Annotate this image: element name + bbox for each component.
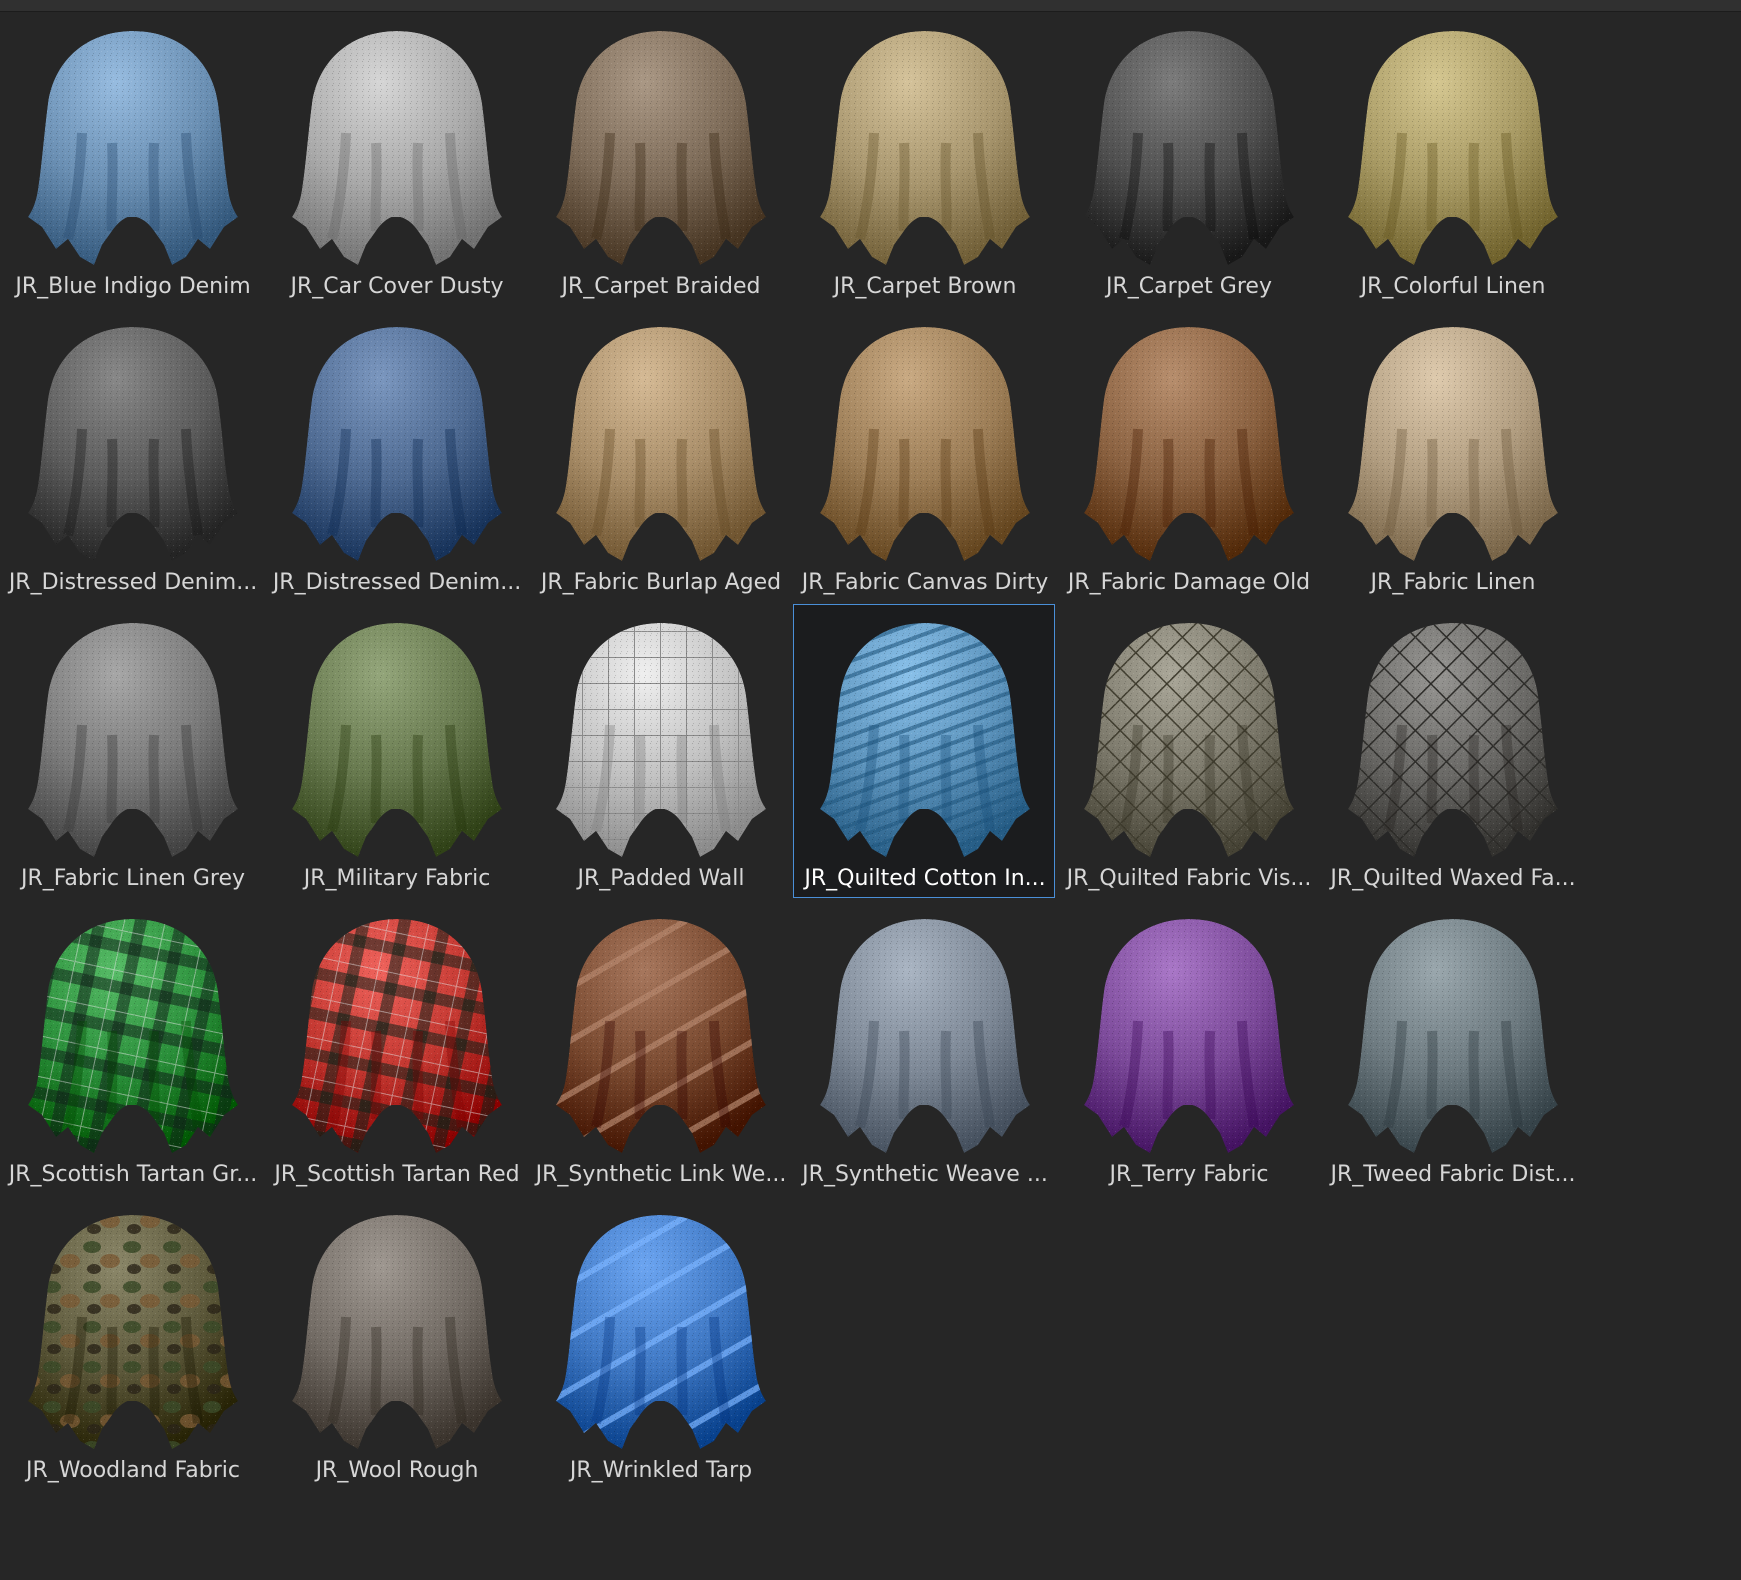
material-label: JR_Wool Rough — [315, 1458, 479, 1483]
material-label: JR_Carpet Brown — [833, 274, 1017, 299]
material-tile[interactable]: JR_Carpet Grey — [1057, 12, 1319, 306]
material-thumbnail — [794, 13, 1056, 271]
material-tile[interactable]: JR_Distressed Denim... — [1, 308, 263, 602]
material-thumbnail — [530, 1197, 792, 1455]
material-thumbnail — [530, 13, 792, 271]
material-tile[interactable]: JR_Car Cover Dusty — [265, 12, 527, 306]
material-thumbnail — [1058, 605, 1320, 863]
material-thumbnail — [266, 13, 528, 271]
material-label: JR_Wrinkled Tarp — [569, 1458, 753, 1483]
material-thumbnail — [2, 13, 264, 271]
material-thumbnail — [2, 309, 264, 567]
material-label: JR_Quilted Cotton In... — [804, 866, 1046, 891]
material-tile[interactable]: JR_Quilted Fabric Vis... — [1057, 604, 1319, 898]
material-label: JR_Fabric Burlap Aged — [540, 570, 782, 595]
material-label: JR_Quilted Waxed Fa... — [1330, 866, 1576, 891]
material-tile[interactable]: JR_Tweed Fabric Dist... — [1321, 900, 1583, 1194]
material-tile[interactable]: JR_Distressed Denim... — [265, 308, 527, 602]
material-tile[interactable]: JR_Fabric Linen — [1321, 308, 1583, 602]
material-label: JR_Fabric Linen — [1370, 570, 1536, 595]
material-label: JR_Carpet Grey — [1106, 274, 1272, 299]
material-label: JR_Colorful Linen — [1360, 274, 1546, 299]
material-label: JR_Fabric Linen Grey — [20, 866, 246, 891]
top-toolbar-strip — [0, 0, 1741, 12]
material-label: JR_Blue Indigo Denim — [15, 274, 251, 299]
material-thumbnail — [266, 309, 528, 567]
material-thumbnail — [1058, 901, 1320, 1159]
material-thumbnail — [530, 309, 792, 567]
material-label: JR_Tweed Fabric Dist... — [1330, 1162, 1576, 1187]
material-thumbnail — [794, 901, 1056, 1159]
material-thumbnail — [1058, 309, 1320, 567]
material-tile[interactable]: JR_Synthetic Link We... — [529, 900, 791, 1194]
material-thumbnail — [1322, 13, 1584, 271]
material-thumbnail — [266, 901, 528, 1159]
material-label: JR_Carpet Braided — [561, 274, 761, 299]
material-label: JR_Quilted Fabric Vis... — [1066, 866, 1312, 891]
material-label: JR_Synthetic Link We... — [535, 1162, 787, 1187]
material-tile[interactable]: JR_Fabric Canvas Dirty — [793, 308, 1055, 602]
material-tile[interactable]: JR_Colorful Linen — [1321, 12, 1583, 306]
material-thumbnail — [794, 309, 1056, 567]
material-label: JR_Distressed Denim... — [8, 570, 258, 595]
material-tile[interactable]: JR_Terry Fabric — [1057, 900, 1319, 1194]
material-thumbnail — [1322, 309, 1584, 567]
material-label: JR_Woodland Fabric — [26, 1458, 240, 1483]
material-tile[interactable]: JR_Padded Wall — [529, 604, 791, 898]
material-label: JR_Scottish Tartan Red — [274, 1162, 520, 1187]
material-thumbnail — [266, 1197, 528, 1455]
material-thumbnail — [530, 901, 792, 1159]
material-tile[interactable]: JR_Woodland Fabric — [1, 1196, 263, 1490]
material-label: JR_Fabric Damage Old — [1067, 570, 1311, 595]
material-tile[interactable]: JR_Quilted Cotton In... — [793, 604, 1055, 898]
material-label: JR_Distressed Denim... — [272, 570, 522, 595]
material-tile[interactable]: JR_Scottish Tartan Gr... — [1, 900, 263, 1194]
material-tile[interactable]: JR_Fabric Burlap Aged — [529, 308, 791, 602]
material-thumbnail — [2, 1197, 264, 1455]
material-tile[interactable]: JR_Carpet Brown — [793, 12, 1055, 306]
material-tile[interactable]: JR_Synthetic Weave ... — [793, 900, 1055, 1194]
material-tile[interactable]: JR_Carpet Braided — [529, 12, 791, 306]
material-label: JR_Car Cover Dusty — [290, 274, 504, 299]
material-tile[interactable]: JR_Scottish Tartan Red — [265, 900, 527, 1194]
material-tile[interactable]: JR_Military Fabric — [265, 604, 527, 898]
material-tile[interactable]: JR_Fabric Damage Old — [1057, 308, 1319, 602]
material-label: JR_Scottish Tartan Gr... — [8, 1162, 258, 1187]
material-tile[interactable]: JR_Blue Indigo Denim — [1, 12, 263, 306]
material-thumbnail — [1322, 605, 1584, 863]
material-thumbnail — [266, 605, 528, 863]
material-label: JR_Fabric Canvas Dirty — [801, 570, 1049, 595]
material-tile[interactable]: JR_Wrinkled Tarp — [529, 1196, 791, 1490]
material-thumbnail — [1058, 13, 1320, 271]
material-label: JR_Terry Fabric — [1109, 1162, 1269, 1187]
material-label: JR_Military Fabric — [303, 866, 491, 891]
material-thumbnail — [794, 605, 1056, 863]
material-thumbnail — [530, 605, 792, 863]
material-thumbnail — [2, 605, 264, 863]
material-thumbnail — [1322, 901, 1584, 1159]
material-tile[interactable]: JR_Quilted Waxed Fa... — [1321, 604, 1583, 898]
material-thumbnail — [2, 901, 264, 1159]
material-tile[interactable]: JR_Fabric Linen Grey — [1, 604, 263, 898]
material-label: JR_Padded Wall — [577, 866, 745, 891]
material-label: JR_Synthetic Weave ... — [802, 1162, 1048, 1187]
material-tile[interactable]: JR_Wool Rough — [265, 1196, 527, 1490]
